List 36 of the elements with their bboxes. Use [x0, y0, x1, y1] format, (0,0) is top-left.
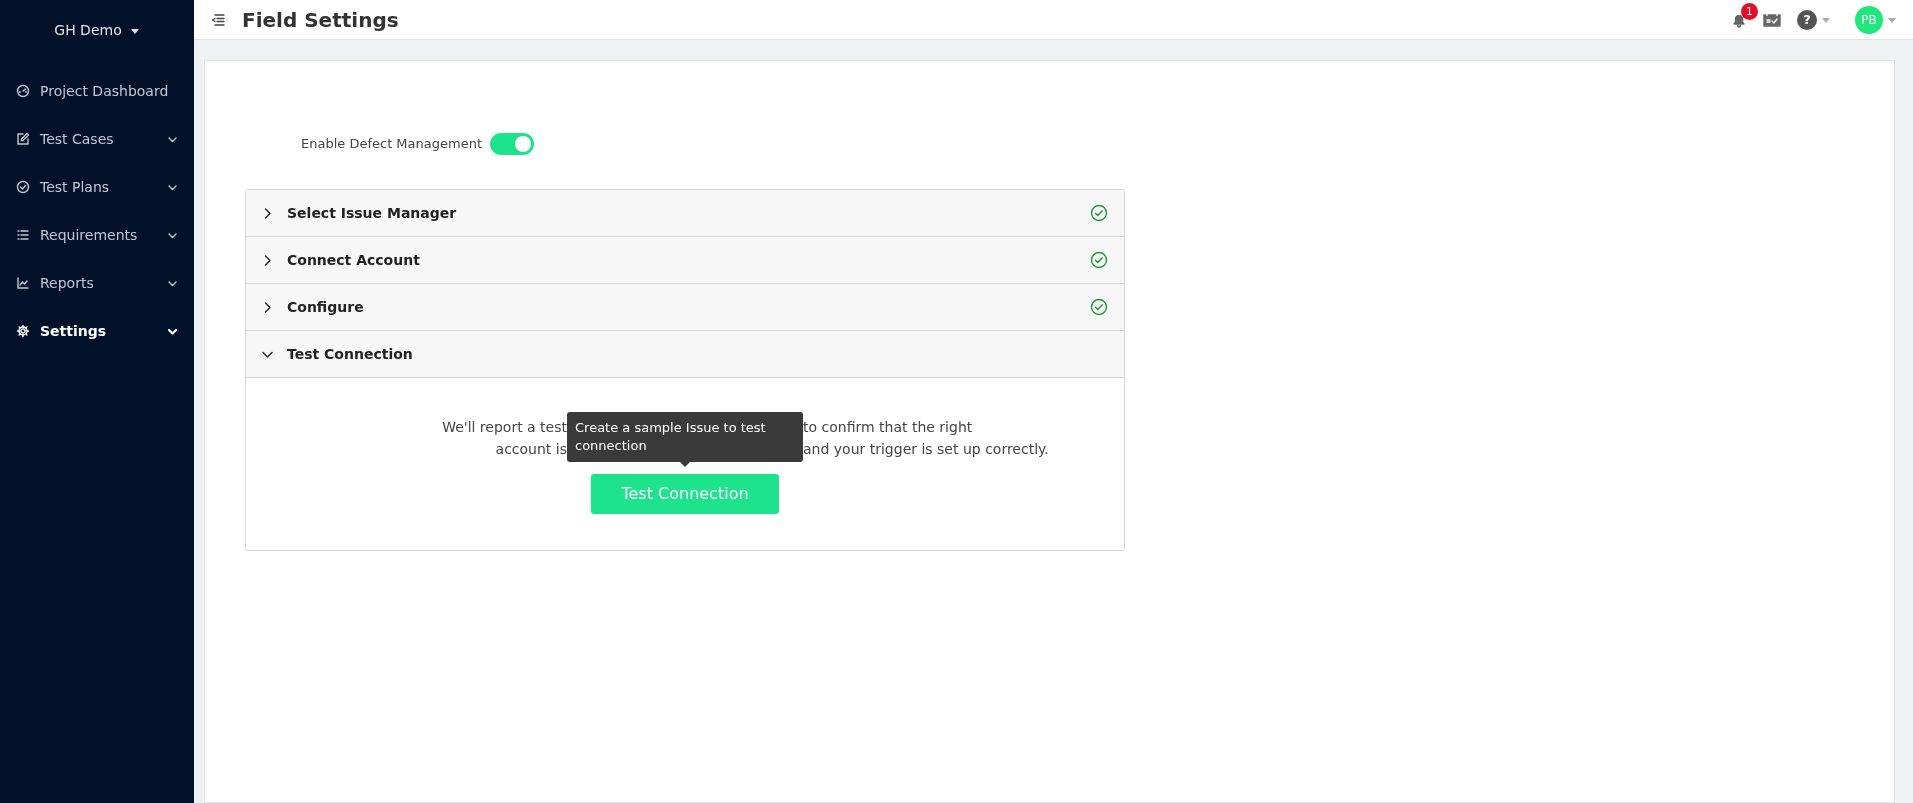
chevron-icon [262, 254, 273, 266]
description-text: and your trigger is set up correctly. [803, 440, 1049, 459]
chevron-icon [262, 207, 273, 219]
list-icon [16, 228, 30, 242]
page-title: Field Settings [242, 6, 400, 34]
accordion-header[interactable]: Configure [246, 284, 1124, 331]
tooltip-pointer [680, 462, 690, 467]
description-text: to confirm that the right [803, 418, 973, 437]
sidebar-item[interactable]: Requirements [0, 211, 194, 259]
accordion-header[interactable]: Test Connection [246, 331, 1124, 378]
help-icon: ? [1797, 9, 1817, 30]
caret-icon [1821, 15, 1831, 24]
toggle-switch[interactable] [490, 133, 534, 155]
accordion-header[interactable]: Select Issue Manager [246, 190, 1124, 237]
settings-icon [16, 324, 30, 338]
sidebar-item[interactable]: Project Dashboard [0, 67, 194, 115]
edit-icon [16, 132, 30, 146]
sidebar-item[interactable]: Settings [0, 307, 194, 355]
sidebar-item[interactable]: Test Plans [0, 163, 194, 211]
accordion-header[interactable]: Connect Account [246, 237, 1124, 284]
tooltip: Create a sample Issue to test connection [567, 412, 803, 462]
sidebar-item[interactable]: Reports [0, 259, 194, 307]
caret-icon [1887, 15, 1897, 24]
check-circle-icon [16, 180, 30, 194]
toggle-label: Enable Defect Management [301, 135, 482, 154]
menu-collapse-icon [210, 11, 226, 28]
description-text: We'll report a test [442, 418, 567, 437]
caret-icon [129, 26, 140, 35]
chevron-icon [262, 301, 273, 313]
project-name[interactable]: GH Demo [54, 20, 122, 41]
gauge-icon [16, 84, 30, 98]
sidebar-item[interactable]: Test Cases [0, 115, 194, 163]
chart-icon [16, 276, 30, 290]
notification-badge: 1 [1741, 2, 1758, 20]
calendar-check-icon [1763, 11, 1781, 28]
description-text: account is [495, 440, 567, 459]
